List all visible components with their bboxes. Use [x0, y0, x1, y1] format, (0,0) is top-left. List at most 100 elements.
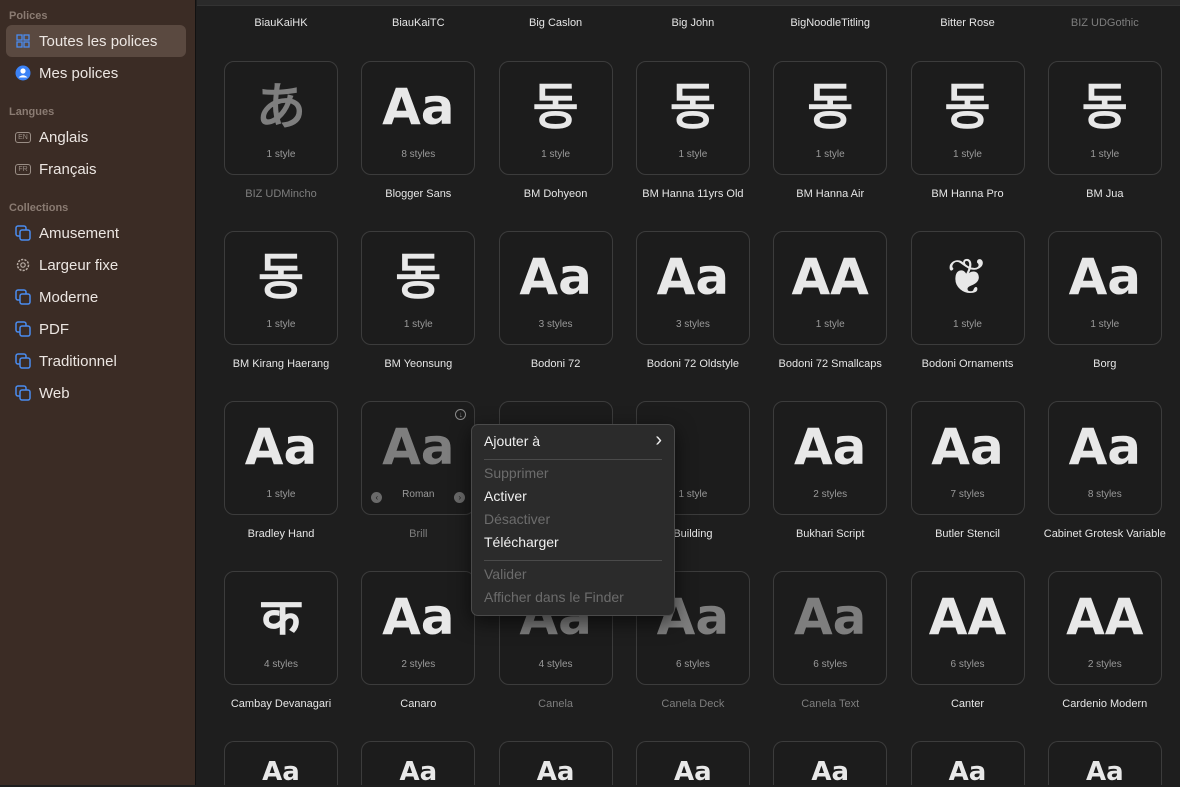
font-card[interactable]: あ 1 style — [224, 61, 338, 175]
font-name: Big John — [671, 17, 715, 29]
font-name: Cambay Devanagari — [230, 698, 332, 710]
font-card[interactable]: 동 1 style — [361, 231, 476, 345]
font-preview: Aa — [244, 418, 318, 476]
section-languages: Langues — [9, 106, 55, 118]
font-name: Big Caslon — [528, 17, 583, 29]
font-card[interactable]: Aa 3 styles — [635, 231, 750, 345]
font-name: BM Yeonsung — [384, 358, 453, 370]
font-card[interactable]: 동 1 style — [773, 61, 888, 175]
font-card[interactable]: 동 1 style — [1047, 61, 1162, 175]
font-preview: 동 — [944, 78, 991, 136]
sidebar-item-collection[interactable]: Amusement — [6, 217, 186, 249]
sidebar-item-collection[interactable]: PDF — [6, 313, 186, 345]
font-card[interactable]: Aa 7 styles — [910, 401, 1025, 515]
font-card[interactable]: Aa 6 styles — [773, 571, 888, 685]
font-card[interactable]: AA 2 styles — [1047, 571, 1162, 685]
collection-icon — [14, 384, 32, 402]
font-preview: Aa — [1085, 757, 1124, 787]
sidebar-item-collection[interactable]: Web — [6, 377, 186, 409]
style-count: 1 style — [1090, 319, 1120, 330]
sidebar-item-collection[interactable]: Moderne — [6, 281, 186, 313]
menu-item[interactable]: Ajouter à — [484, 433, 540, 449]
font-card[interactable]: Aa — [224, 741, 338, 787]
font-card[interactable]: ❦ 1 style — [910, 231, 1025, 345]
collection-icon — [14, 320, 32, 338]
person-circle-icon — [14, 64, 32, 82]
style-count: 1 style — [266, 149, 296, 160]
font-preview: 동 — [669, 78, 716, 136]
font-name: BIZ UDGothic — [1070, 17, 1139, 29]
font-name: Borg — [1093, 358, 1117, 370]
font-preview: Aa — [262, 757, 300, 787]
font-card[interactable]: 동 1 style — [224, 231, 338, 345]
font-preview: 동 — [395, 248, 442, 306]
font-card[interactable]: Aa 3 styles — [498, 231, 613, 345]
font-card[interactable]: Aa — [361, 741, 476, 786]
sidebar-item-english[interactable]: EN Anglais — [6, 121, 186, 153]
sidebar-item-label: Toutes les polices — [39, 32, 158, 50]
font-name: BM Hanna Pro — [931, 188, 1004, 200]
font-name: Canela Text — [801, 698, 860, 710]
font-card[interactable]: Aa 8 styles — [361, 61, 476, 175]
collection-icon — [14, 224, 32, 242]
font-preview: ❦ — [946, 248, 989, 306]
font-card[interactable]: AA 1 style — [773, 231, 888, 345]
font-card[interactable]: Aa — [635, 741, 750, 786]
menu-item[interactable]: Télécharger — [484, 534, 559, 550]
font-card[interactable]: Aa — [498, 741, 613, 786]
font-card[interactable]: Aa 8 styles — [1047, 401, 1162, 515]
style-count: 7 styles — [950, 489, 985, 500]
font-name: Cardenio Modern — [1062, 698, 1148, 710]
sidebar-item-label: PDF — [39, 320, 69, 338]
font-card[interactable]: Aa — [910, 741, 1025, 786]
font-card[interactable]: Aa — [1047, 741, 1162, 787]
sidebar-item-label: Web — [39, 384, 70, 402]
font-name: Canter — [950, 698, 985, 710]
font-name: Cabinet Grotesk Variable — [1043, 528, 1166, 540]
style-count: 1 style — [1090, 149, 1120, 160]
font-preview: Aa — [656, 248, 730, 306]
font-name: BM Hanna Air — [796, 188, 865, 200]
style-count: 8 styles — [401, 149, 436, 160]
font-name: Bodoni Ornaments — [921, 358, 1014, 370]
style-count: 6 styles — [675, 659, 710, 670]
sidebar-item-collection[interactable]: Largeur fixe — [6, 249, 186, 281]
font-card[interactable]: Aa 2 styles — [773, 401, 888, 515]
font-card[interactable]: क 4 styles — [224, 571, 338, 685]
font-card[interactable]: 동 1 style — [635, 61, 750, 175]
font-preview: 동 — [532, 78, 579, 136]
font-name: Bitter Rose — [940, 17, 995, 29]
sidebar-item-collection[interactable]: Traditionnel — [6, 345, 186, 377]
font-card[interactable]: Aa — [773, 741, 888, 786]
grid-icon — [14, 32, 32, 50]
chevron-right-icon: › — [655, 429, 662, 451]
font-card[interactable]: AA 6 styles — [910, 571, 1025, 685]
style-count: 1 style — [815, 149, 845, 160]
toolbar-edge — [197, 0, 1180, 6]
font-card[interactable]: Aa 2 styles — [361, 571, 476, 685]
sidebar-item-label: Traditionnel — [39, 352, 117, 370]
font-card[interactable]: 동 1 style — [498, 61, 613, 175]
font-preview: AA — [1066, 588, 1144, 646]
next-style-button[interactable]: › — [454, 492, 466, 503]
style-count: 4 styles — [538, 659, 573, 670]
font-card[interactable]: Aa Roman ‹ › ↓ — [361, 401, 476, 515]
sidebar-item-french[interactable]: FR Français — [6, 153, 186, 185]
font-name: Bodoni 72 — [530, 358, 581, 370]
style-count: 6 styles — [950, 659, 985, 670]
font-name: BM Jua — [1086, 188, 1124, 200]
style-count: 1 style — [953, 319, 982, 330]
style-count: 1 style — [403, 319, 433, 330]
font-preview: AA — [928, 588, 1007, 646]
prev-style-button[interactable]: ‹ — [371, 492, 383, 503]
font-preview: क — [261, 588, 301, 646]
sidebar-item-all-fonts[interactable]: Toutes les polices — [6, 25, 186, 57]
font-card[interactable]: 동 1 style — [910, 61, 1025, 175]
sidebar-item-my-fonts[interactable]: Mes polices — [6, 57, 186, 89]
menu-separator — [484, 459, 662, 460]
font-card[interactable]: Aa 1 style — [224, 401, 338, 515]
font-name: Canela Deck — [661, 698, 725, 710]
font-card[interactable]: Aa 1 style — [1047, 231, 1162, 345]
menu-item[interactable]: Activer — [484, 488, 527, 504]
font-preview: 동 — [807, 78, 854, 136]
